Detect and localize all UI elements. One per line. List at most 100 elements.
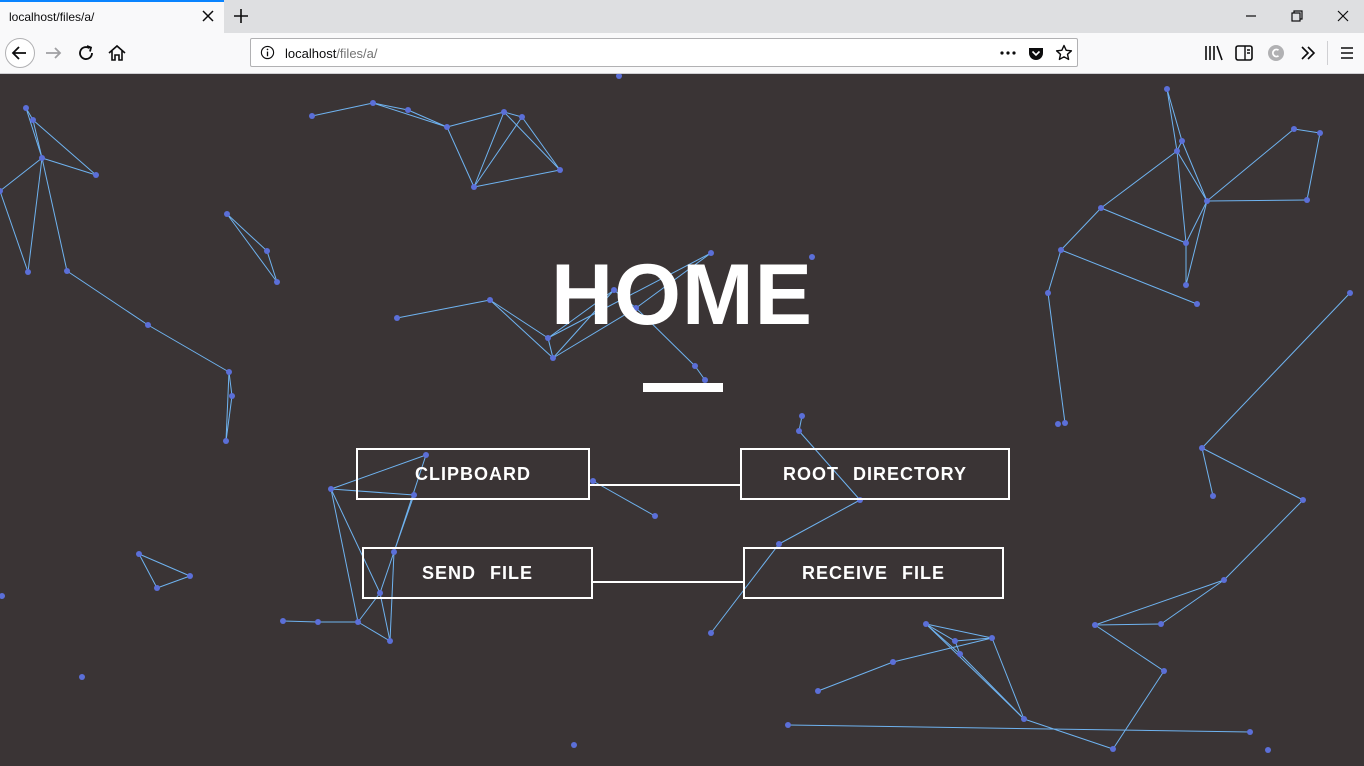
extension-icon[interactable]: [1264, 41, 1288, 65]
particle-dot: [799, 413, 805, 419]
particle-link: [1306, 132, 1321, 201]
particle-dot: [692, 363, 698, 369]
toolbar-divider: [1327, 41, 1328, 65]
back-button[interactable]: [5, 38, 35, 68]
particle-dot: [796, 428, 802, 434]
particle-dot: [1221, 577, 1227, 583]
hamburger-menu-icon[interactable]: [1335, 41, 1359, 65]
particle-dot: [154, 585, 160, 591]
particle-link: [446, 126, 475, 188]
particle-link: [473, 169, 561, 188]
particle-link: [787, 724, 1251, 733]
particle-network-background: [0, 74, 1353, 753]
particle-dot: [1317, 130, 1323, 136]
particle-dot: [229, 393, 235, 399]
particle-dot: [224, 211, 230, 217]
bookmark-star-icon[interactable]: [1055, 44, 1073, 62]
particle-dot: [989, 635, 995, 641]
particle-link: [330, 488, 359, 623]
home-icon[interactable]: [105, 41, 129, 65]
particle-dot: [1300, 497, 1306, 503]
sidebar-icon[interactable]: [1232, 41, 1256, 65]
tab-title: localhost/files/a/: [9, 10, 95, 24]
browser-tab[interactable]: localhost/files/a/: [0, 0, 224, 33]
particle-dot: [226, 369, 232, 375]
restore-icon[interactable]: [1289, 8, 1305, 24]
particle-dot: [571, 742, 577, 748]
url-host: localhost: [285, 46, 337, 61]
minimize-icon[interactable]: [1243, 8, 1259, 24]
new-tab-icon[interactable]: [230, 5, 252, 27]
connector-line-bottom: [592, 581, 744, 583]
particle-link: [1060, 207, 1102, 251]
root-directory-button[interactable]: ROOT DIRECTORY: [740, 448, 1010, 500]
particle-dot: [79, 674, 85, 680]
particle-link: [991, 637, 1025, 720]
particle-link: [282, 620, 319, 623]
particle-dot: [616, 74, 622, 79]
pocket-icon[interactable]: [1027, 44, 1045, 62]
particle-dot: [223, 438, 229, 444]
particle-dot: [557, 167, 563, 173]
close-tab-icon[interactable]: [200, 8, 216, 24]
particle-dot: [815, 688, 821, 694]
close-window-icon[interactable]: [1335, 8, 1351, 24]
particle-link: [1112, 670, 1165, 750]
reload-icon[interactable]: [74, 41, 98, 65]
particle-link: [778, 499, 861, 545]
particle-link: [959, 653, 1025, 720]
particle-link: [817, 661, 894, 692]
particle-dot: [355, 619, 361, 625]
particle-link: [1185, 200, 1208, 244]
particle-link: [1094, 579, 1225, 626]
particle-dot: [1161, 668, 1167, 674]
particle-link: [138, 553, 158, 589]
particle-dot: [1265, 747, 1271, 753]
particle-dot: [309, 113, 315, 119]
particle-dot: [952, 638, 958, 644]
particle-dot: [652, 513, 658, 519]
particle-dot: [550, 355, 556, 361]
particle-dot: [1098, 205, 1104, 211]
particle-link: [311, 102, 374, 117]
particle-dot: [39, 155, 45, 161]
particle-link: [407, 109, 448, 128]
particle-dot: [1062, 420, 1068, 426]
particle-link: [372, 102, 448, 128]
send-file-button[interactable]: SEND FILE: [362, 547, 593, 599]
tab-strip: localhost/files/a/: [0, 0, 1364, 33]
particle-dot: [1055, 421, 1061, 427]
back-arrow-icon: [11, 46, 26, 60]
info-icon[interactable]: [260, 45, 275, 60]
particle-dot: [1092, 622, 1098, 628]
particle-dot: [1204, 198, 1210, 204]
particle-dot: [501, 109, 507, 115]
particle-dot: [93, 172, 99, 178]
title-underline: [643, 383, 723, 392]
particle-dot: [1158, 621, 1164, 627]
particle-link: [446, 111, 505, 128]
particle-dot: [315, 619, 321, 625]
particle-dot: [187, 573, 193, 579]
particle-dot: [444, 124, 450, 130]
page-actions-icon[interactable]: [999, 45, 1017, 61]
particle-link: [25, 107, 43, 159]
particle-dot: [405, 107, 411, 113]
receive-file-button[interactable]: RECEIVE FILE: [743, 547, 1004, 599]
particle-dot: [785, 722, 791, 728]
particle-dot: [370, 100, 376, 106]
forward-arrow-icon[interactable]: [42, 41, 66, 65]
library-icon[interactable]: [1202, 41, 1226, 65]
address-bar[interactable]: localhost/files/a/: [250, 38, 1078, 67]
particle-link: [592, 480, 656, 517]
particle-dot: [1021, 716, 1027, 722]
clipboard-button[interactable]: CLIPBOARD: [356, 448, 590, 500]
particle-dot: [957, 651, 963, 657]
page-title: HOME: [551, 247, 813, 343]
particle-link: [1201, 447, 1214, 497]
particle-dot: [890, 659, 896, 665]
particle-dot: [1164, 86, 1170, 92]
overflow-menu-icon[interactable]: [1296, 41, 1320, 65]
particle-dot: [328, 486, 334, 492]
particle-dot: [23, 105, 29, 111]
